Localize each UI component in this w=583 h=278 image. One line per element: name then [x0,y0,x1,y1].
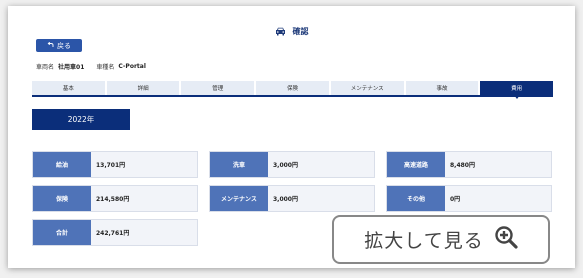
page-header: 確認 [8,26,575,37]
cost-cell-other: その他 0円 [386,185,552,212]
car-icon [275,27,286,36]
vehicle-type-value: C-Portal [118,63,146,70]
tab-cost[interactable]: 費用 [480,81,554,99]
back-button-label: 戻る [57,41,71,50]
cost-cell-total: 合計 242,761円 [32,219,198,246]
cost-key: 保険 [33,186,91,211]
cost-key: 高速道路 [387,152,445,177]
cost-cell-highway: 高速道路 8,480円 [386,151,552,178]
cost-value: 8,480円 [450,162,475,169]
tab-detail[interactable]: 詳細 [106,81,180,95]
tab-insurance[interactable]: 保険 [256,81,329,95]
zoom-button[interactable]: 拡大して見る [332,215,550,264]
zoom-button-label: 拡大して見る [364,230,484,252]
vehicle-name-value: 社用車01 [58,64,85,71]
cost-key: 洗車 [210,152,268,177]
cost-value: 3,000円 [273,162,298,169]
vehicle-type-label: 車種名 [96,64,115,71]
cost-cell-wash: 洗車 3,000円 [209,151,375,178]
tab-accident[interactable]: 事故 [405,81,479,95]
cost-value: 242,761円 [96,230,130,237]
cost-value: 0円 [450,196,461,203]
cost-cell-maintenance: メンテナンス 3,000円 [209,185,375,212]
tab-management[interactable]: 管理 [181,81,255,95]
cost-cell-fuel: 給油 13,701円 [32,151,198,178]
cost-value: 13,701円 [96,162,126,169]
vehicle-info: 車両名 社用車01 車種名 C-Portal [36,62,154,71]
tab-basic[interactable]: 基本 [32,81,105,95]
tab-bar: 基本 詳細 管理 保険 メンテナンス 事故 費用 [32,81,554,99]
vehicle-name-label: 車両名 [36,64,55,71]
cost-cell-insurance: 保険 214,580円 [32,185,198,212]
cost-key: メンテナンス [210,186,268,211]
tab-underline [32,95,553,97]
tab-maintenance[interactable]: メンテナンス [330,81,404,95]
cost-key: その他 [387,186,445,211]
back-button[interactable]: 戻る [36,39,82,52]
zoom-in-icon [494,225,518,254]
year-selector[interactable]: 2022年 [32,109,130,130]
cost-value: 214,580円 [96,196,130,203]
cost-key: 合計 [33,220,91,245]
cost-key: 給油 [33,152,91,177]
page-title: 確認 [292,27,309,36]
cost-value: 3,000円 [273,196,298,203]
back-arrow-icon [47,41,54,50]
